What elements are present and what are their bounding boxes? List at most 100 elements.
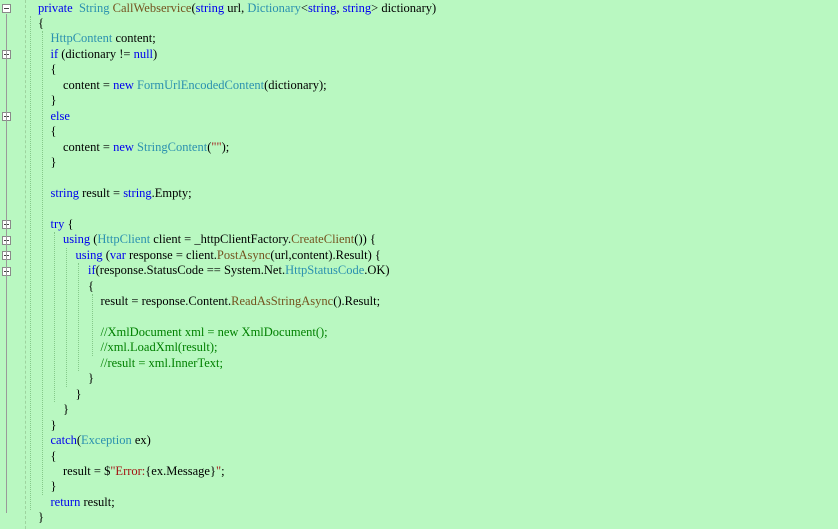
code-token: result = response.Content. bbox=[100, 294, 232, 309]
code-line[interactable]: content = new StringContent(""); bbox=[63, 140, 229, 156]
code-token: if bbox=[88, 263, 96, 278]
code-token: //XmlDocument xml = new XmlDocument(); bbox=[100, 324, 328, 339]
indent-guide bbox=[42, 31, 43, 495]
code-token: } bbox=[50, 417, 57, 432]
code-line[interactable]: if (dictionary != null) bbox=[51, 47, 158, 63]
code-token: ) bbox=[153, 46, 158, 61]
code-line[interactable]: catch(Exception ex) bbox=[51, 433, 151, 449]
code-token: > dictionary) bbox=[371, 0, 437, 15]
code-token: CallWebservice bbox=[112, 0, 192, 15]
code-token: (url,content).Result) { bbox=[270, 247, 381, 262]
code-line[interactable]: if(response.StatusCode == System.Net.Htt… bbox=[88, 263, 390, 279]
code-token: "Error: bbox=[110, 464, 146, 478]
code-token: response = client. bbox=[125, 247, 217, 262]
code-token: { bbox=[50, 124, 57, 139]
code-token: string bbox=[307, 0, 337, 15]
code-token: } bbox=[38, 510, 44, 525]
code-token: return bbox=[50, 494, 81, 509]
code-line[interactable]: result = response.Content.ReadAsStringAs… bbox=[101, 294, 381, 310]
code-line[interactable]: private String CallWebservice(string url… bbox=[38, 1, 436, 17]
code-token: (response.StatusCode == System.Net. bbox=[95, 263, 286, 278]
code-token: result; bbox=[80, 494, 115, 509]
code-line[interactable]: try { bbox=[51, 217, 74, 233]
code-token: null bbox=[133, 46, 154, 61]
code-token: StringContent bbox=[137, 139, 208, 154]
collapse-toggle-icon[interactable] bbox=[2, 4, 11, 13]
code-token: string bbox=[123, 185, 152, 200]
indent-guide bbox=[30, 15, 31, 511]
code-token: { bbox=[88, 278, 94, 293]
code-token: (dictionary); bbox=[264, 77, 327, 92]
indent-guide bbox=[92, 294, 93, 356]
code-token: ().Result; bbox=[333, 294, 381, 309]
code-token: CreateClient bbox=[291, 232, 355, 247]
code-token: ex) bbox=[131, 433, 151, 448]
code-token: else bbox=[50, 108, 70, 123]
code-line[interactable]: } bbox=[88, 371, 94, 387]
code-token: < bbox=[300, 0, 308, 15]
code-line[interactable]: { bbox=[51, 62, 57, 78]
code-token: { bbox=[64, 216, 74, 231]
code-line[interactable]: using (var response = client.PostAsync(u… bbox=[76, 248, 381, 264]
code-line[interactable]: else bbox=[51, 109, 70, 125]
code-token: } bbox=[50, 479, 57, 494]
code-token: (dictionary != bbox=[58, 46, 134, 61]
code-token: } bbox=[75, 386, 82, 401]
code-token: new bbox=[113, 77, 134, 92]
code-line[interactable]: { bbox=[38, 16, 44, 32]
code-line[interactable]: { bbox=[51, 449, 57, 465]
code-line[interactable]: } bbox=[63, 402, 69, 418]
code-line[interactable]: content = new FormUrlEncodedContent(dict… bbox=[63, 78, 327, 94]
code-token: PostAsync bbox=[216, 247, 271, 262]
code-editor[interactable]: private String CallWebservice (string url… bbox=[0, 0, 838, 529]
code-token: using bbox=[75, 247, 103, 262]
code-token: } bbox=[50, 93, 57, 108]
code-line[interactable]: } bbox=[51, 418, 57, 434]
code-line[interactable]: HttpContent content; bbox=[51, 31, 156, 47]
code-line[interactable]: } bbox=[51, 155, 57, 171]
code-token: result = bbox=[78, 185, 124, 200]
code-line[interactable]: return result; bbox=[51, 495, 115, 511]
code-line[interactable]: //result = xml.InnerText; bbox=[101, 356, 223, 372]
code-line[interactable]: { bbox=[51, 124, 57, 140]
code-line[interactable]: //xml.LoadXml(result); bbox=[101, 340, 218, 356]
code-token: FormUrlEncodedContent bbox=[137, 77, 265, 92]
code-token: ReadAsStringAsync bbox=[231, 294, 334, 309]
code-line[interactable]: result = $"Error:{ex.Message}"; bbox=[63, 464, 225, 480]
gutter-separator bbox=[25, 0, 26, 529]
code-token: } bbox=[63, 402, 69, 417]
code-line[interactable]: //XmlDocument xml = new XmlDocument(); bbox=[101, 325, 328, 341]
code-token: HttpClient bbox=[97, 232, 151, 247]
code-token: //result = xml.InnerText; bbox=[100, 355, 223, 370]
code-line[interactable]: } bbox=[38, 510, 44, 526]
code-token: { bbox=[38, 15, 44, 30]
code-line[interactable]: { bbox=[88, 279, 94, 295]
code-token: string bbox=[342, 0, 372, 15]
indent-guide bbox=[78, 263, 79, 372]
code-token: ; bbox=[221, 464, 225, 478]
code-token: .Empty; bbox=[151, 185, 192, 200]
code-token: { bbox=[50, 62, 57, 77]
code-token: try bbox=[50, 216, 65, 231]
code-token: string bbox=[195, 0, 225, 15]
code-token: using bbox=[63, 232, 91, 247]
code-line[interactable]: } bbox=[51, 93, 57, 109]
code-token: Dictionary bbox=[247, 0, 301, 15]
code-token: var bbox=[109, 247, 126, 262]
code-token: { bbox=[50, 448, 57, 463]
code-token: //xml.LoadXml(result); bbox=[100, 340, 218, 355]
code-token: content; bbox=[112, 31, 156, 46]
code-token: url, bbox=[224, 0, 248, 15]
code-token: HttpContent bbox=[50, 31, 113, 46]
code-token: new bbox=[113, 139, 134, 154]
code-token: client = _httpClientFactory. bbox=[150, 232, 292, 247]
code-token: if bbox=[50, 46, 59, 61]
code-line[interactable]: string result = string.Empty; bbox=[51, 186, 192, 202]
fold-bar bbox=[6, 13, 7, 514]
code-token: string bbox=[50, 185, 79, 200]
code-line[interactable]: } bbox=[51, 479, 57, 495]
code-token: HttpStatusCode bbox=[285, 263, 365, 278]
code-line[interactable]: using (HttpClient client = _httpClientFa… bbox=[63, 232, 376, 248]
code-token: ); bbox=[221, 139, 230, 154]
code-line[interactable]: } bbox=[76, 387, 82, 403]
